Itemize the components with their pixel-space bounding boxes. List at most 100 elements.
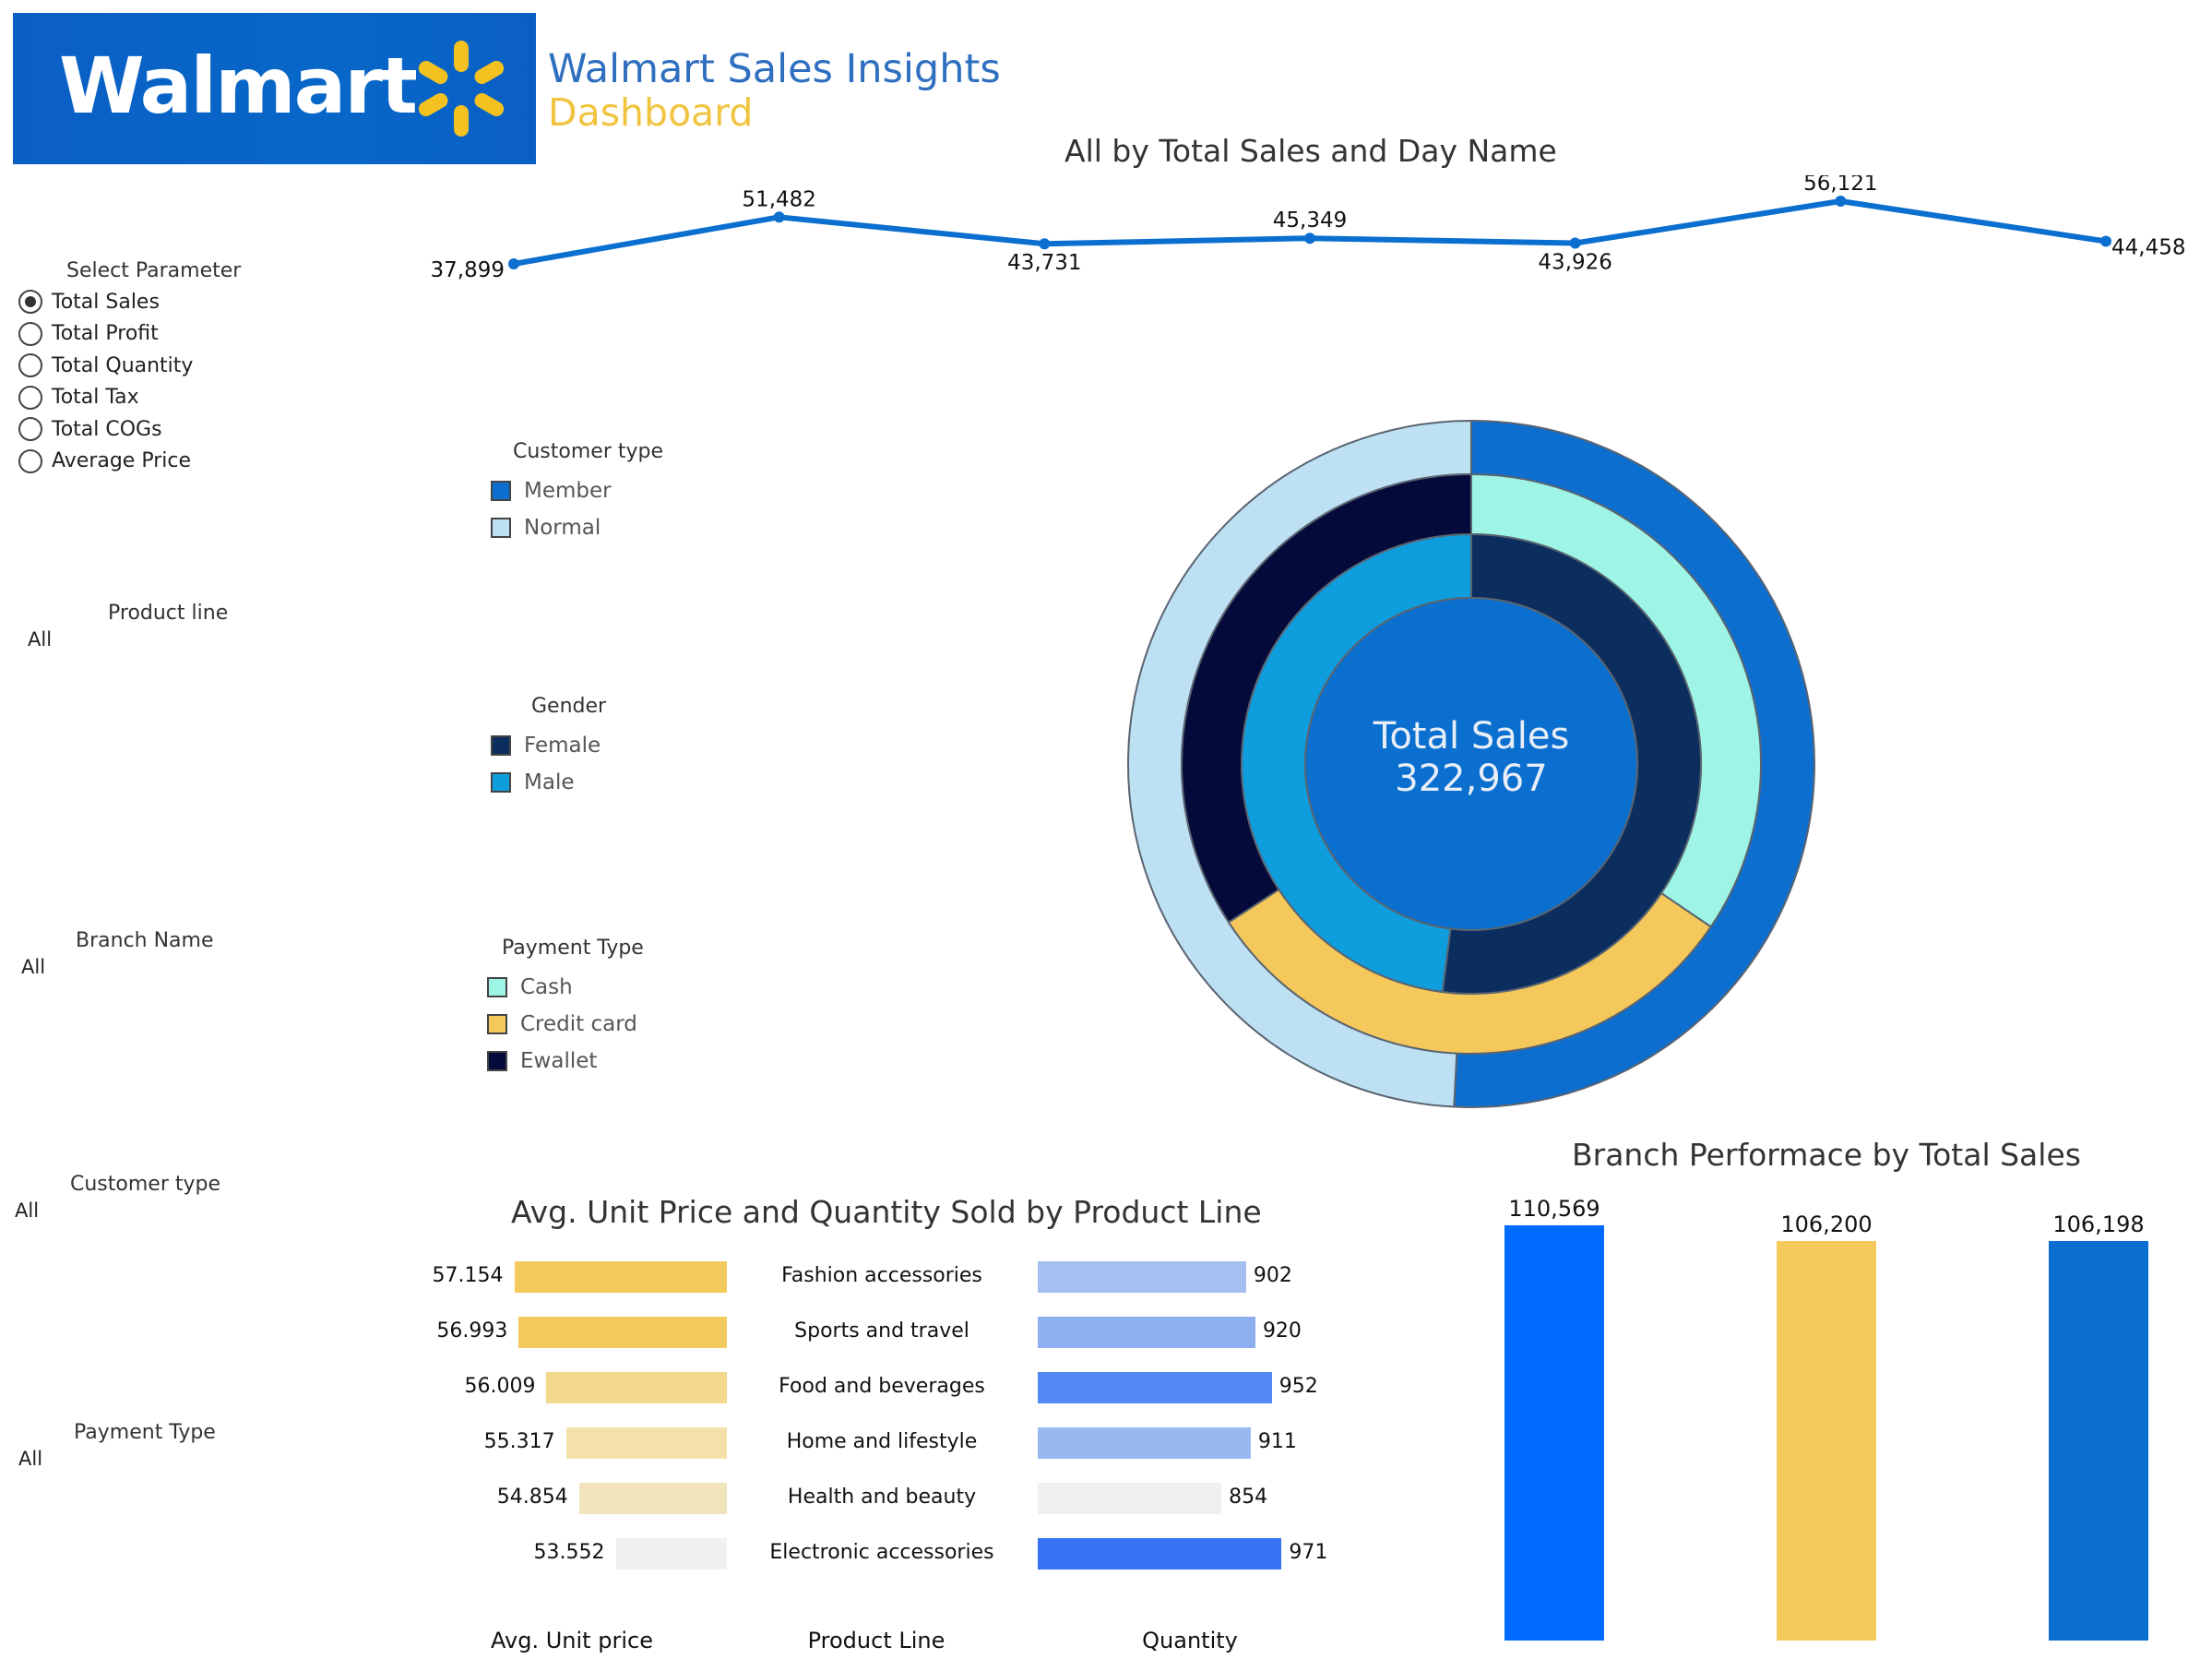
- filter-payment-type[interactable]: All: [18, 1448, 42, 1470]
- quantity-bar[interactable]: [1038, 1372, 1272, 1403]
- dashboard-title: Walmart Sales Insights: [548, 46, 1001, 92]
- param-option-label: Total Tax: [52, 386, 139, 409]
- product-line-label: Sports and travel: [794, 1319, 969, 1343]
- center-metric-name: Total Sales: [1373, 715, 1570, 758]
- line-point[interactable]: [1304, 233, 1315, 245]
- donut-center-label: Total Sales 322,967: [1308, 715, 1635, 800]
- legend-label: Cash: [520, 975, 573, 999]
- legend-item-member[interactable]: Member: [491, 479, 612, 503]
- quantity-label: 952: [1278, 1375, 1318, 1398]
- center-metric-value: 322,967: [1395, 758, 1548, 800]
- branch-bar-chart: 110,569 C 106,200 A 106,198 B: [1504, 1196, 2148, 1652]
- unit-price-bar[interactable]: [578, 1483, 727, 1514]
- line-data-label: 37,899: [431, 258, 505, 282]
- radio-button[interactable]: [18, 417, 42, 441]
- param-option[interactable]: Total COGs: [18, 414, 162, 444]
- line-data-label: 44,458: [2111, 236, 2185, 260]
- radio-button[interactable]: [18, 321, 42, 346]
- line-data-label: 51,482: [742, 187, 815, 211]
- unit-price-bar[interactable]: [565, 1427, 727, 1459]
- quantity-bar[interactable]: [1038, 1317, 1255, 1348]
- legend-item-male[interactable]: Male: [491, 770, 574, 794]
- filter-product-line[interactable]: All: [28, 628, 52, 650]
- product-line-label: Home and lifestyle: [786, 1430, 978, 1453]
- branch-value-label: 110,569: [1508, 1196, 1600, 1222]
- legend-swatch: [487, 1051, 507, 1071]
- param-option-label: Total Profit: [52, 322, 159, 345]
- walmart-logo: Walmart: [13, 13, 536, 164]
- filter-title-branch: Branch Name: [76, 929, 214, 952]
- legend-label: Male: [524, 770, 575, 794]
- quantity-bar[interactable]: [1038, 1483, 1222, 1514]
- branch-category-label: C: [1548, 1651, 1562, 1652]
- legend-title-payment: Payment Type: [502, 937, 644, 960]
- line-data-label: 56,121: [1803, 175, 1877, 196]
- product-line-label: Health and beauty: [787, 1486, 977, 1509]
- param-option[interactable]: Total Sales: [18, 287, 160, 316]
- quantity-bar[interactable]: [1038, 1261, 1246, 1293]
- legend-label: Normal: [524, 516, 601, 540]
- filter-title-customer-type: Customer type: [70, 1173, 221, 1196]
- quantity-label: 854: [1229, 1486, 1268, 1509]
- quantity-label: 911: [1257, 1430, 1297, 1453]
- quantity-label: 902: [1253, 1264, 1292, 1287]
- branch-bar[interactable]: [2049, 1241, 2148, 1641]
- legend-swatch: [491, 481, 511, 501]
- axis-name-product-line: Product Line: [807, 1628, 945, 1653]
- param-option[interactable]: Total Quantity: [18, 351, 193, 380]
- unit-price-label: 55.317: [483, 1430, 555, 1453]
- quantity-bar[interactable]: [1038, 1538, 1282, 1569]
- unit-price-label: 54.854: [496, 1486, 568, 1509]
- line-data-label: 43,731: [1007, 251, 1081, 275]
- legend-swatch: [487, 1014, 507, 1034]
- product-line-label: Fashion accessories: [781, 1264, 982, 1287]
- branch-value-label: 106,198: [2052, 1211, 2144, 1237]
- legend-item-credit-card[interactable]: Credit card: [487, 1012, 637, 1036]
- line-point[interactable]: [508, 258, 519, 269]
- branch-bar[interactable]: [1504, 1225, 1604, 1641]
- filter-branch[interactable]: All: [21, 956, 45, 978]
- branch-value-label: 106,200: [1780, 1211, 1872, 1237]
- legend-item-cash[interactable]: Cash: [487, 975, 573, 999]
- line-point[interactable]: [1039, 238, 1051, 250]
- logo-wordmark: Walmart: [59, 41, 418, 131]
- radio-button[interactable]: [18, 448, 42, 473]
- legend-label: Credit card: [520, 1012, 637, 1036]
- quantity-label: 971: [1289, 1541, 1328, 1564]
- branch-chart-title: Branch Performace by Total Sales: [1572, 1137, 2081, 1173]
- line-chart-title: All by Total Sales and Day Name: [1064, 133, 1557, 169]
- unit-price-bar[interactable]: [546, 1372, 727, 1403]
- radio-button[interactable]: [18, 353, 42, 377]
- legend-item-normal[interactable]: Normal: [491, 516, 601, 540]
- quantity-label: 920: [1262, 1319, 1302, 1343]
- legend-label: Female: [524, 734, 601, 758]
- dashboard-subtitle: Dashboard: [548, 90, 754, 135]
- line-point[interactable]: [1835, 196, 1847, 207]
- axis-name-quantity: Quantity: [1142, 1628, 1238, 1653]
- param-option[interactable]: Total Tax: [18, 383, 139, 412]
- branch-category-label: B: [2092, 1651, 2105, 1652]
- unit-price-bar[interactable]: [518, 1317, 727, 1348]
- product-line-label: Electronic accessories: [769, 1541, 994, 1564]
- radio-button[interactable]: [18, 290, 42, 314]
- quantity-bar[interactable]: [1038, 1427, 1251, 1459]
- product-line-chart-title: Avg. Unit Price and Quantity Sold by Pro…: [511, 1194, 1262, 1230]
- param-option[interactable]: Total Profit: [18, 319, 159, 349]
- filter-title-payment-type: Payment Type: [74, 1421, 216, 1444]
- unit-price-label: 56.993: [436, 1319, 508, 1343]
- param-option[interactable]: Average Price: [18, 447, 191, 476]
- line-point[interactable]: [773, 211, 785, 223]
- unit-price-label: 57.154: [432, 1264, 504, 1287]
- branch-bar[interactable]: [1777, 1241, 1876, 1641]
- unit-price-label: 56.009: [464, 1375, 536, 1398]
- radio-button[interactable]: [18, 385, 42, 410]
- line-point[interactable]: [1569, 237, 1581, 249]
- param-option-label: Total COGs: [52, 417, 162, 441]
- legend-item-ewallet[interactable]: Ewallet: [487, 1049, 597, 1073]
- unit-price-bar[interactable]: [514, 1261, 727, 1293]
- filter-customer-type[interactable]: All: [15, 1199, 39, 1222]
- line-point[interactable]: [2100, 235, 2111, 247]
- legend-item-female[interactable]: Female: [491, 734, 601, 758]
- unit-price-label: 53.552: [533, 1541, 605, 1564]
- unit-price-bar[interactable]: [615, 1538, 727, 1569]
